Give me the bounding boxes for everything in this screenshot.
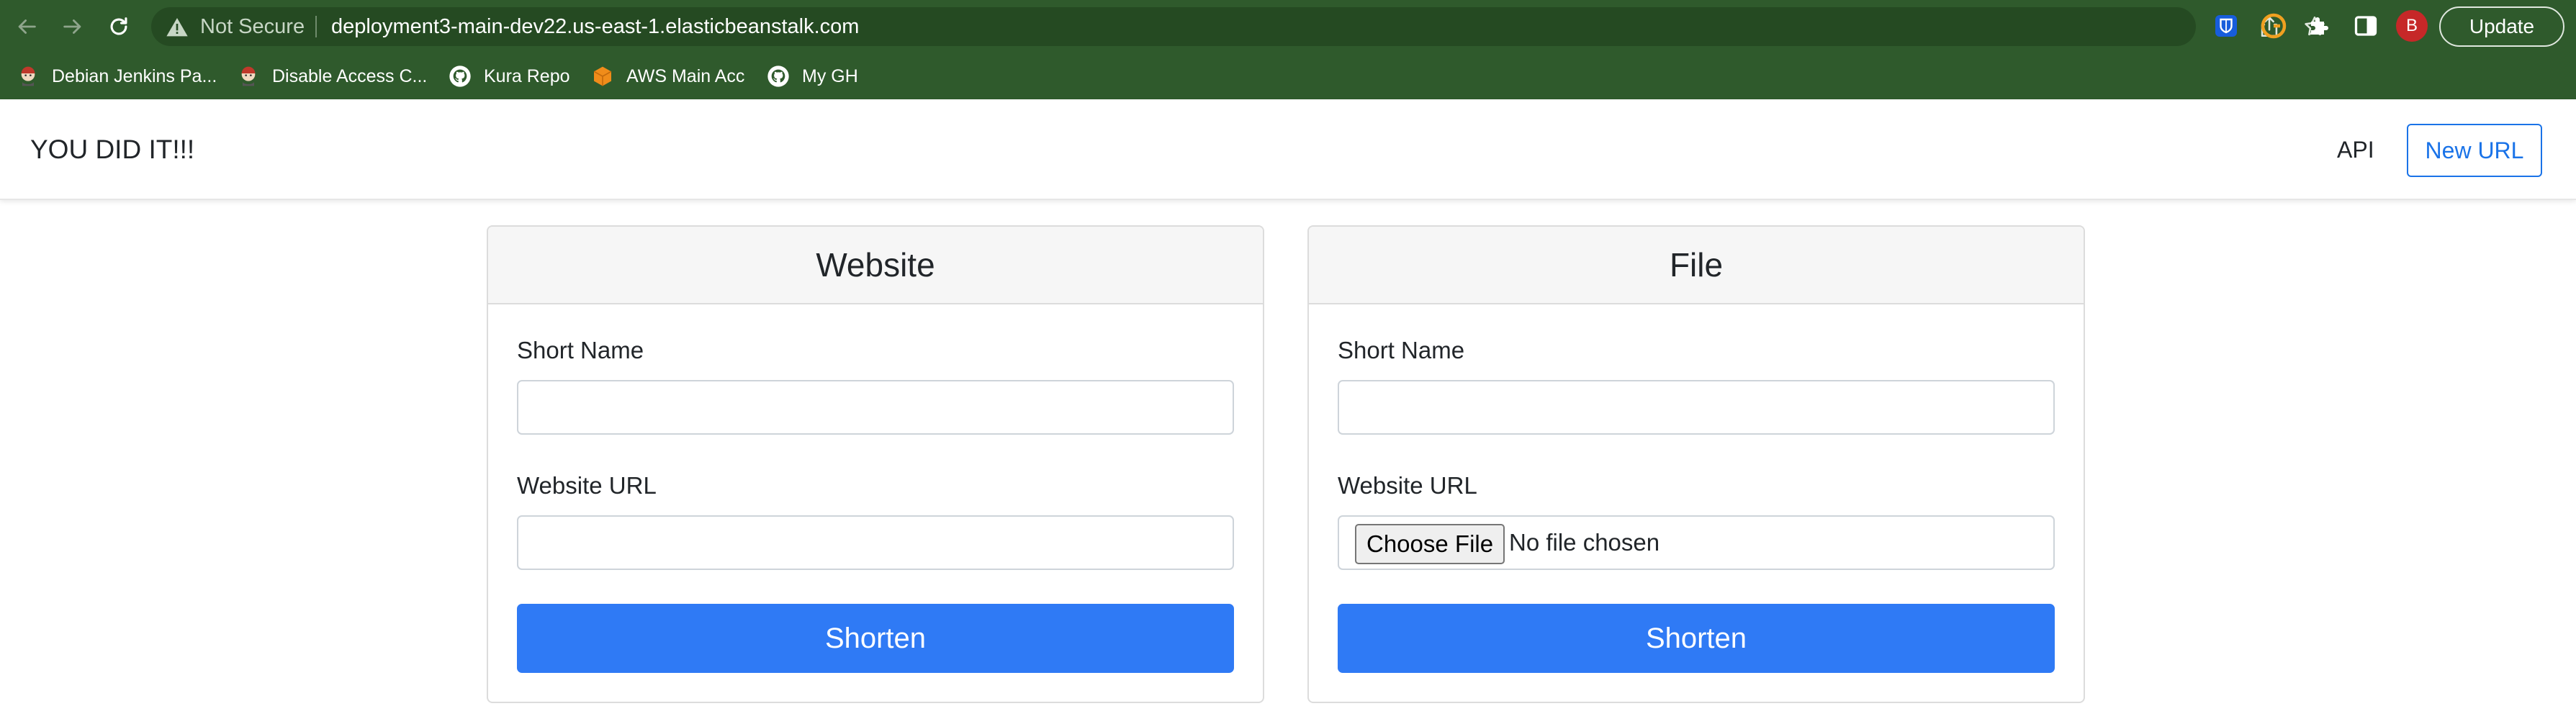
bookmark-label: AWS Main Acc <box>626 65 745 86</box>
extensions-button[interactable] <box>2305 12 2334 40</box>
bookmark-item[interactable]: Debian Jenkins Pa... <box>16 60 217 92</box>
github-icon <box>766 64 791 89</box>
update-button[interactable]: Update <box>2439 6 2564 47</box>
bookmark-item[interactable]: AWS Main Acc <box>590 60 744 92</box>
grammarly-icon <box>2261 13 2287 39</box>
aws-cube-icon <box>590 64 615 89</box>
warning-icon <box>166 18 188 37</box>
website-url-input[interactable] <box>517 515 1234 570</box>
choose-file-button[interactable]: Choose File <box>1355 524 1505 564</box>
file-shorten-button[interactable]: Shorten <box>1338 604 2055 673</box>
url-text[interactable]: deployment3-main-dev22.us-east-1.elastic… <box>331 7 859 46</box>
arrow-right-icon <box>63 19 81 34</box>
bookmarks-bar: Debian Jenkins Pa... Disable Access C...… <box>0 53 2576 99</box>
puzzle-icon <box>2311 17 2328 35</box>
forward-button[interactable] <box>55 9 91 44</box>
app-navbar: YOU DID IT!!! API New URL <box>0 99 2576 200</box>
app-brand[interactable]: YOU DID IT!!! <box>30 99 194 200</box>
reload-icon <box>110 17 127 35</box>
file-card: File Short Name Website URL Choose File … <box>1307 225 2085 703</box>
bitwarden-extension[interactable] <box>2212 12 2241 40</box>
website-card-title: Website <box>488 227 1263 304</box>
github-icon <box>448 64 472 89</box>
arrow-left-icon <box>18 19 36 34</box>
website-url-label: Website URL <box>517 472 657 499</box>
bookmark-label: My GH <box>802 65 858 86</box>
side-panel-button[interactable] <box>2351 12 2380 40</box>
profile-avatar[interactable]: B <box>2396 10 2428 42</box>
short-name-label: Short Name <box>517 337 644 363</box>
jenkins-icon <box>236 64 261 89</box>
grammarly-extension[interactable] <box>2259 12 2288 40</box>
bookmark-item[interactable]: Kura Repo <box>448 60 570 92</box>
browser-toolbar: Not Secure deployment3-main-dev22.us-eas… <box>0 0 2576 53</box>
browser-chrome: Not Secure deployment3-main-dev22.us-eas… <box>0 0 2576 99</box>
bookmark-item[interactable]: My GH <box>766 60 858 92</box>
side-panel-icon <box>2354 16 2377 36</box>
short-name-label: Short Name <box>1338 337 1465 363</box>
website-card: Website Short Name Website URL Shorten <box>487 225 1264 703</box>
api-link[interactable]: API <box>2337 99 2374 200</box>
file-short-name-input[interactable] <box>1338 380 2055 435</box>
bitwarden-shield-icon <box>2215 15 2237 37</box>
file-card-title: File <box>1309 227 2084 304</box>
omnibox-divider <box>315 16 317 37</box>
address-bar[interactable]: Not Secure deployment3-main-dev22.us-eas… <box>151 7 2325 46</box>
bookmark-label: Disable Access C... <box>272 65 428 86</box>
jenkins-icon <box>16 64 40 89</box>
website-short-name-input[interactable] <box>517 380 1234 435</box>
bookmark-label: Kura Repo <box>484 65 570 86</box>
no-file-chosen-text: No file chosen <box>1509 529 1660 556</box>
reload-button[interactable] <box>101 9 137 44</box>
bookmark-item[interactable]: Disable Access C... <box>236 60 427 92</box>
security-status[interactable]: Not Secure <box>200 7 305 46</box>
file-upload-input[interactable]: Choose File No file chosen <box>1338 515 2055 570</box>
back-button[interactable] <box>9 9 45 44</box>
bookmark-label: Debian Jenkins Pa... <box>52 65 217 86</box>
new-url-button[interactable]: New URL <box>2407 124 2542 177</box>
file-url-label: Website URL <box>1338 472 1477 499</box>
website-shorten-button[interactable]: Shorten <box>517 604 1234 673</box>
